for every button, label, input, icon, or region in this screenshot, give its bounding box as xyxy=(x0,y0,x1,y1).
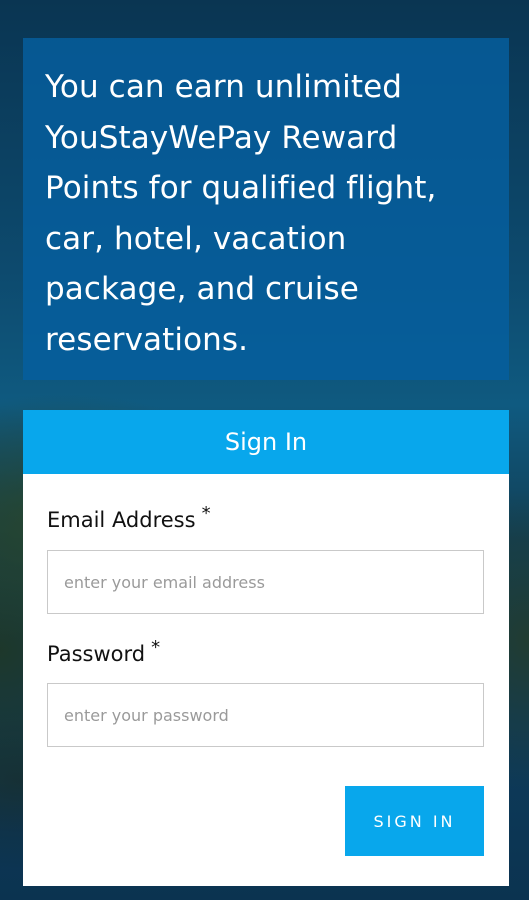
signin-title: Sign In xyxy=(224,428,308,456)
signin-card-header: Sign In xyxy=(23,410,509,474)
signin-card: Sign In Email Address* Password* SIGN IN xyxy=(23,410,509,886)
promo-text: You can earn unlimited YouStayWePay Rewa… xyxy=(45,69,437,358)
email-label: Email Address * xyxy=(47,503,211,532)
password-required-mark: * xyxy=(151,637,161,658)
password-input[interactable] xyxy=(47,683,484,747)
email-input[interactable] xyxy=(47,550,484,614)
password-label-text: Password xyxy=(47,642,146,666)
email-label-text: Email Address xyxy=(47,508,196,532)
password-label: Password * xyxy=(47,637,160,666)
sign-in-button[interactable]: SIGN IN xyxy=(345,786,484,856)
promo-banner: You can earn unlimited YouStayWePay Rewa… xyxy=(23,38,509,380)
email-required-mark: * xyxy=(201,503,211,524)
